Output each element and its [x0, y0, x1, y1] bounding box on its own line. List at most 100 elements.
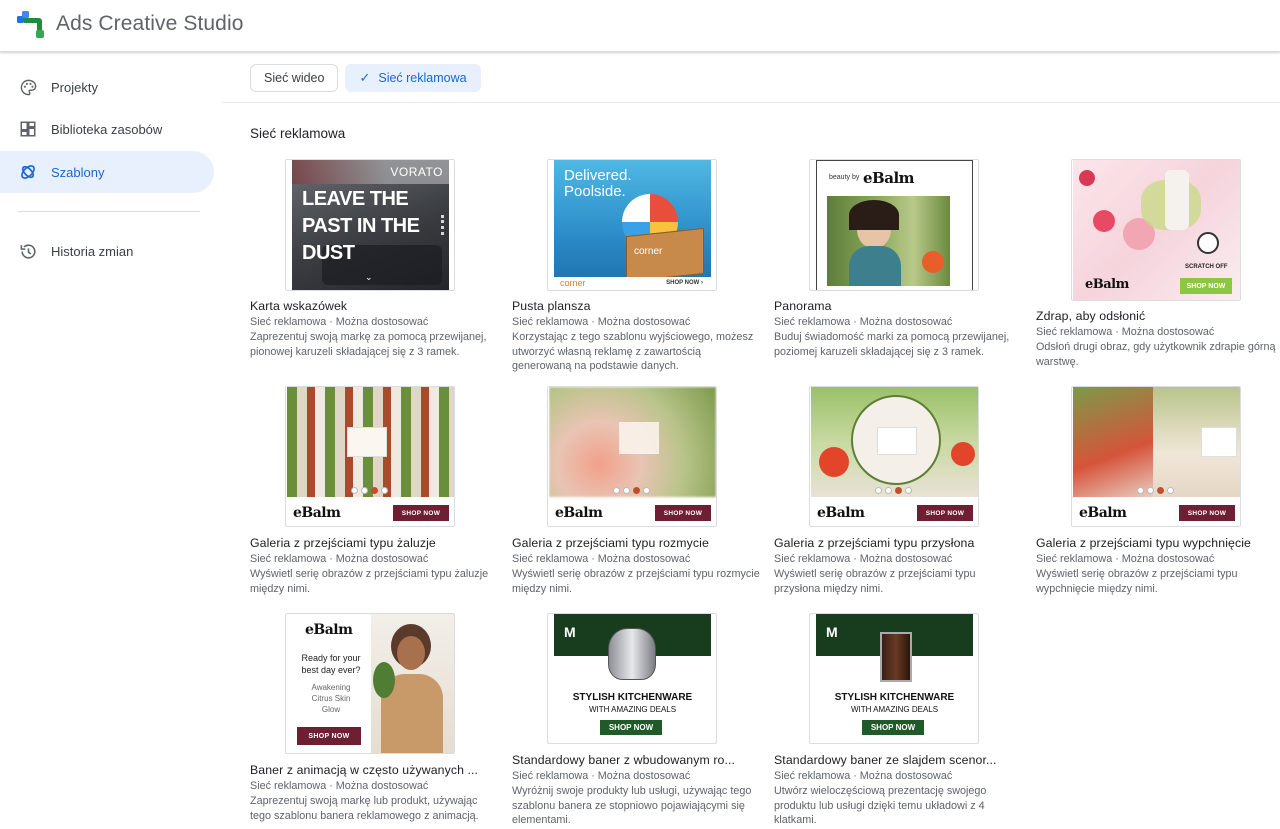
card-meta: Sieć reklamowa · Można dostosować	[774, 316, 953, 328]
carousel-dots	[613, 487, 650, 494]
sidebar-item-label: Szablony	[51, 164, 105, 180]
template-card-galeria-rozmycie[interactable]: eBalm SHOP NOW Galeria z przejściami typ…	[512, 386, 764, 596]
template-card-galeria-wypchniecie[interactable]: eBalm SHOP NOW Galeria z przejściami typ…	[1036, 386, 1280, 596]
template-card-baner-animacja[interactable]: eBalm Ready for your best day ever? Awak…	[250, 613, 502, 827]
thumb-headline: STYLISH KITCHENWARE	[834, 692, 955, 703]
template-card-pusta-plansza[interactable]: Delivered. Poolside. corner corner SHOP …	[512, 159, 764, 374]
thumb-cta: SHOP NOW	[862, 720, 924, 735]
sidebar-item-biblioteka[interactable]: Biblioteka zasobów	[0, 108, 214, 150]
tabs-divider	[222, 102, 1280, 103]
thumb-prefix: beauty by	[829, 174, 860, 181]
thumb-subline: WITH AMAZING DEALS	[850, 705, 939, 714]
scratch-label: SCRATCH OFF	[1185, 264, 1228, 270]
thumb-cta: SHOP NOW	[917, 505, 973, 521]
template-thumbnail[interactable]: Delivered. Poolside. corner corner SHOP …	[547, 159, 717, 291]
template-card-baner-wbudowany[interactable]: M STYLISH KITCHENWARE WITH AMAZING DEALS…	[512, 613, 764, 827]
thumb-cta: SHOP NOW ›	[666, 280, 703, 286]
thumb-cta: SHOP NOW	[600, 720, 662, 735]
sidebar-item-historia[interactable]: Historia zmian	[0, 230, 214, 272]
thumbnail-image: M STYLISH KITCHENWARE WITH AMAZING DEALS…	[816, 614, 973, 743]
sidebar-item-projekty[interactable]: Projekty	[0, 66, 214, 108]
thumb-brand: eBalm	[293, 505, 341, 521]
card-title: Standardowy baner z wbudowanym ro...	[512, 753, 736, 767]
card-meta: Sieć reklamowa · Można dostosować	[250, 553, 429, 565]
thumb-brand: eBalm	[305, 622, 353, 638]
chevron-down-icon: ⌄	[365, 272, 373, 282]
template-thumbnail[interactable]: beauty by eBalm	[809, 159, 979, 291]
dashboard-icon	[18, 119, 38, 139]
template-thumbnail[interactable]: eBalm SHOP NOW	[285, 386, 455, 527]
card-meta: Sieć reklamowa · Można dostosować	[512, 316, 691, 328]
card-meta: Sieć reklamowa · Można dostosować	[774, 553, 953, 565]
card-description: Wyświetl serię obrazów z przejściami typ…	[250, 568, 489, 595]
template-card-baner-slajd[interactable]: M STYLISH KITCHENWARE WITH AMAZING DEALS…	[774, 613, 1026, 827]
thumbnail-image: Delivered. Poolside. corner corner SHOP …	[554, 160, 711, 290]
palette-icon	[18, 77, 38, 97]
thumb-headline: STYLISH KITCHENWARE	[572, 692, 693, 703]
template-card-karta-wskazowek[interactable]: VORATO LEAVE THE PAST IN THE DUST ⌄ Kart…	[250, 159, 502, 374]
template-thumbnail[interactable]: VORATO LEAVE THE PAST IN THE DUST ⌄	[285, 159, 455, 291]
carousel-dots	[351, 487, 388, 494]
thumb-subline: WITH AMAZING DEALS	[588, 705, 677, 714]
card-description: Wyświetl serię obrazów z przejściami typ…	[512, 568, 760, 595]
section-title: Sieć reklamowa	[250, 126, 346, 141]
thumbnail-image: eBalm SHOP NOW	[811, 387, 978, 526]
sidebar-item-label: Historia zmian	[51, 243, 134, 259]
template-icon	[18, 162, 38, 182]
portrait-photo	[827, 196, 950, 286]
thumb-cta: SHOP NOW	[1179, 505, 1235, 521]
card-title: Galeria z przejściami typu wypchnięcie	[1036, 536, 1251, 550]
brand-logo-icon: M	[564, 624, 576, 640]
kettle-image	[608, 628, 656, 680]
template-thumbnail[interactable]: eBalm SHOP NOW	[1071, 386, 1241, 527]
card-description: Wyróżnij swoje produkty lub usługi, używ…	[512, 785, 752, 826]
card-description: Wyświetl serię obrazów z przejściami typ…	[1036, 568, 1238, 595]
app-header: Ads Creative Studio	[0, 0, 1280, 52]
card-description: Zaprezentuj swoją markę lub produkt, uży…	[250, 795, 479, 822]
app-title: Ads Creative Studio	[56, 12, 244, 35]
thumbnail-image: eBalm SHOP NOW	[549, 387, 716, 526]
thumb-cta: SHOP NOW	[297, 727, 361, 745]
thumb-brand: VORATO	[390, 165, 443, 179]
card-title: Pusta plansza	[512, 299, 591, 313]
thumb-brand: corner	[560, 278, 586, 288]
thumbnail-image: M STYLISH KITCHENWARE WITH AMAZING DEALS…	[554, 614, 711, 743]
card-description: Korzystając z tego szablonu wyjściowego,…	[512, 331, 754, 372]
template-thumbnail[interactable]: eBalm Ready for your best day ever? Awak…	[285, 613, 455, 754]
thumb-headline: Ready for your best day ever?	[301, 653, 361, 675]
thumbnail-image: VORATO LEAVE THE PAST IN THE DUST ⌄	[292, 160, 449, 290]
tab-video-network[interactable]: Sieć wideo	[250, 64, 339, 92]
card-title: Standardowy baner ze slajdem scenor...	[774, 753, 997, 767]
carousel-dots	[875, 487, 912, 494]
check-icon: ✓	[359, 70, 371, 85]
card-title: Galeria z przejściami typu przysłona	[774, 536, 975, 550]
template-card-galeria-zaluzje[interactable]: eBalm SHOP NOW Galeria z przejściami typ…	[250, 386, 502, 596]
template-thumbnail[interactable]: M STYLISH KITCHENWARE WITH AMAZING DEALS…	[809, 613, 979, 744]
card-meta: Sieć reklamowa · Można dostosować	[250, 780, 429, 792]
thumb-brand: eBalm	[555, 505, 603, 521]
template-card-galeria-przyslona[interactable]: eBalm SHOP NOW Galeria z przejściami typ…	[774, 386, 1026, 596]
tab-display-network[interactable]: ✓ Sieć reklamowa	[345, 64, 481, 92]
card-title: Panorama	[774, 299, 832, 313]
thumbnail-image: beauty by eBalm	[816, 160, 973, 290]
thumb-cta: SHOP NOW	[1180, 278, 1232, 294]
brand-logo-icon: M	[826, 624, 838, 640]
sidebar-item-szablony[interactable]: Szablony	[0, 151, 214, 193]
template-thumbnail[interactable]: eBalm SHOP NOW	[547, 386, 717, 527]
card-description: Buduj świadomość marki za pomocą przewij…	[774, 331, 1010, 358]
template-card-zdrap[interactable]: SCRATCH OFF eBalm SHOP NOW Zdrap, aby od…	[1036, 159, 1280, 374]
template-thumbnail[interactable]: M STYLISH KITCHENWARE WITH AMAZING DEALS…	[547, 613, 717, 744]
template-thumbnail[interactable]: SCRATCH OFF eBalm SHOP NOW	[1071, 159, 1241, 301]
card-title: Baner z animacją w często używanych ...	[250, 763, 479, 777]
thumbnail-image: SCRATCH OFF eBalm SHOP NOW	[1073, 160, 1240, 300]
box-brand: corner	[634, 246, 663, 257]
template-thumbnail[interactable]: eBalm SHOP NOW	[809, 386, 979, 527]
template-card-panorama[interactable]: beauty by eBalm Panorama Sieć reklamowa …	[774, 159, 1026, 374]
thumb-brand: eBalm	[1079, 505, 1127, 521]
thumb-brand: eBalm	[817, 505, 865, 521]
card-title: Karta wskazówek	[250, 299, 348, 313]
thumbnail-image: eBalm SHOP NOW	[287, 387, 454, 526]
thumb-cta: SHOP NOW	[393, 505, 449, 521]
thumbnail-image: eBalm Ready for your best day ever? Awak…	[287, 614, 454, 753]
thumb-cta: SHOP NOW	[655, 505, 711, 521]
